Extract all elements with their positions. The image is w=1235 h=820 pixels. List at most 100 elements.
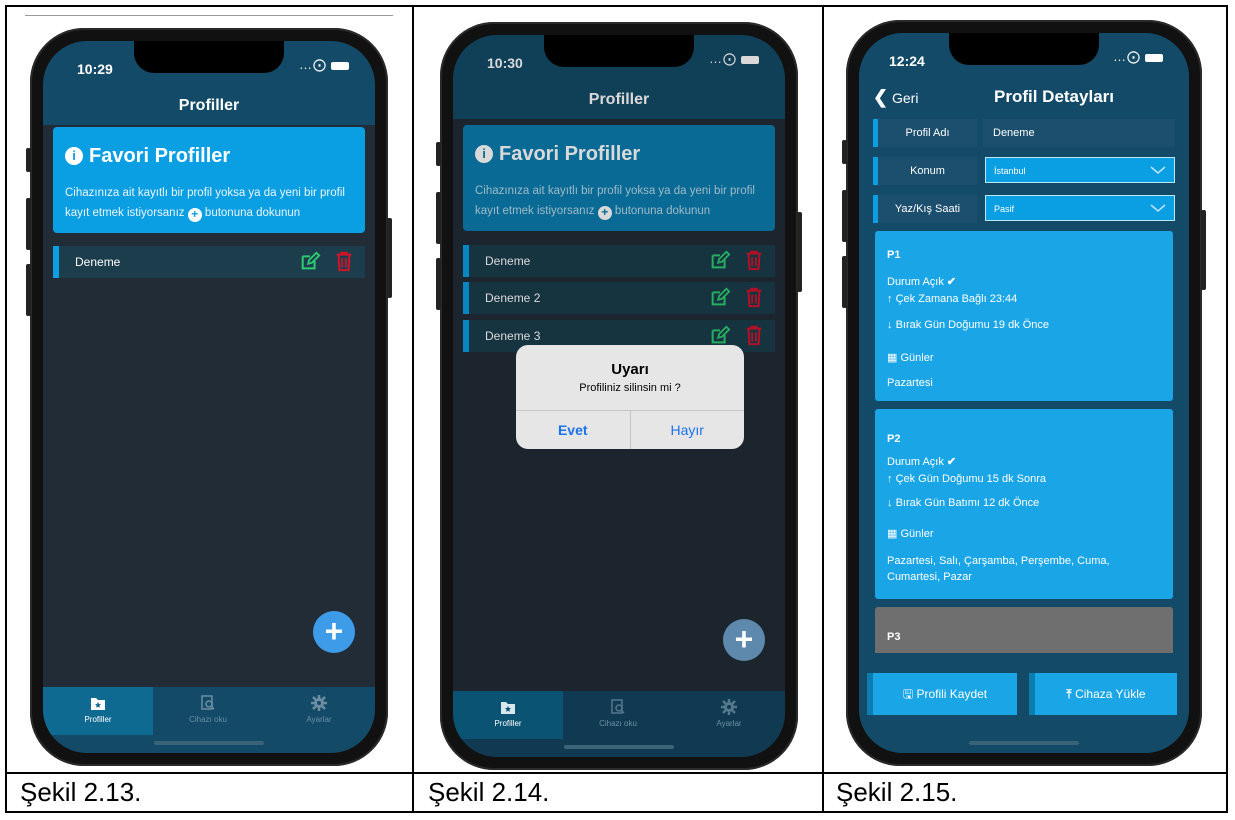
double-check-icon: ✔︎ (946, 456, 957, 468)
upload-icon: ⤒ (1066, 687, 1072, 701)
profile-name-value[interactable]: Deneme (983, 119, 1175, 147)
calendar-icon: ▦ (887, 352, 898, 364)
phone-frame: 12:24 …⨀ ❮ Geri Profil Detayları Profil … (842, 20, 1206, 766)
field-label: Yaz/Kış Saati (873, 195, 977, 223)
folder-star-icon (501, 702, 515, 714)
tab-read-device[interactable]: Cihazı oku (563, 691, 673, 739)
days-label: Günler (900, 528, 934, 540)
tab-settings[interactable]: Ayarlar (263, 687, 375, 735)
chevron-left-icon: ❮ (873, 87, 889, 107)
delete-alert-dialog: Uyarı Profiliniz silinsin mi ? Evet Hayı… (516, 345, 744, 449)
tab-label: Cihazı oku (599, 719, 637, 728)
save-profile-button[interactable]: 🖫︎ Profili Kaydet (867, 673, 1017, 715)
program-release: Bırak Gün Batımı 12 dk Önce (895, 497, 1040, 509)
app-screen: 10:29 …⨀ Profiller i Favori Profiller Cih… (43, 41, 375, 753)
chevron-down-icon (1150, 166, 1166, 174)
program-status: Durum Açık (887, 456, 944, 468)
tab-settings[interactable]: Ayarlar (673, 691, 785, 739)
dst-select[interactable]: Pasif (985, 195, 1175, 221)
location-select[interactable]: İstanbul (985, 157, 1175, 183)
save-label: Profili Kaydet (916, 687, 988, 701)
field-label: Profil Adı (873, 119, 977, 147)
notch (949, 33, 1099, 65)
dst-field: Yaz/Kış Saati Pasif (873, 195, 1175, 223)
upload-to-device-button[interactable]: ⤒ Cihaza Yükle (1029, 673, 1177, 715)
notch (544, 35, 694, 67)
program-status: Durum Açık (887, 276, 944, 288)
profile-name: Deneme (75, 255, 121, 269)
program-card[interactable]: P2 Durum Açık ✔︎ ↑ Çek Gün Doğumu 15 dk … (875, 409, 1173, 599)
page-title: Profil Detayları (994, 87, 1114, 106)
arrow-up-icon: ↑ (887, 473, 893, 485)
add-profile-button[interactable]: + (723, 619, 765, 661)
edit-icon[interactable] (299, 250, 321, 272)
tab-bar: Profiller Cihazı oku Ayarlar (43, 687, 375, 753)
figure-caption: Şekil 2.14. (428, 777, 550, 807)
program-name: P2 (887, 433, 901, 445)
home-indicator (154, 741, 264, 745)
home-indicator (969, 741, 1079, 745)
action-footer: 🖫︎ Profili Kaydet ⤒ Cihaza Yükle (859, 653, 1189, 753)
cancel-button[interactable]: Hayır (631, 411, 745, 449)
profile-row[interactable]: Deneme (53, 246, 365, 278)
home-indicator (564, 745, 674, 749)
back-button[interactable]: ❮ Geri (873, 87, 918, 108)
wifi-battery-icon: …⨀ (299, 57, 349, 73)
nav-bar: Profiller (43, 85, 375, 125)
location-field: Konum İstanbul (873, 157, 1175, 185)
trash-icon[interactable] (333, 250, 355, 272)
favorites-heading: Favori Profiller (89, 145, 231, 167)
divider (822, 5, 824, 813)
days-label: Günler (900, 352, 934, 364)
profile-name-field: Profil Adı Deneme (873, 119, 1175, 147)
tab-profiles[interactable]: Profiller (453, 691, 563, 739)
folder-star-icon (91, 698, 105, 710)
figure-caption: Şekil 2.13. (20, 777, 142, 807)
tab-bar: Profiller Cihazı oku Ayarlar (453, 691, 785, 757)
tab-read-device[interactable]: Cihazı oku (153, 687, 263, 735)
divider (25, 15, 393, 16)
save-icon: 🖫︎ (902, 687, 914, 701)
program-pull: Çek Zamana Bağlı 23:44 (895, 293, 1018, 305)
document-search-icon (201, 695, 215, 710)
tab-profiles[interactable]: Profiller (43, 687, 153, 735)
dst-value: Pasif (994, 204, 1015, 214)
upload-label: Cihaza Yükle (1075, 687, 1146, 701)
notch (134, 41, 284, 73)
arrow-down-icon: ↓ (887, 319, 893, 331)
status-time: 12:24 (889, 53, 925, 69)
figure-caption: Şekil 2.15. (836, 777, 958, 807)
program-days: Pazartesi, Salı, Çarşamba, Perşembe, Cum… (887, 555, 1110, 583)
arrow-down-icon: ↓ (887, 497, 893, 509)
nav-bar: ❮ Geri Profil Detayları (859, 77, 1189, 117)
program-card[interactable]: P1 Durum Açık ✔︎ ↑ Çek Zamana Bağlı 23:4… (875, 231, 1173, 401)
arrow-up-icon: ↑ (887, 293, 893, 305)
back-label: Geri (891, 90, 919, 106)
page-title: Profiller (178, 97, 240, 114)
tab-label: Ayarlar (306, 715, 332, 724)
phone-frame: 10:30 …⨀ Profiller i Favori Profiller Cih… (436, 22, 802, 770)
favorites-card: i Favori Profiller Cihazınıza ait kayıtlı… (53, 127, 365, 233)
program-name: P1 (887, 249, 901, 261)
tab-label: Cihazı oku (189, 715, 227, 724)
app-screen: 10:30 …⨀ Profiller i Favori Profiller Cih… (453, 35, 785, 757)
plus-circle-icon: + (187, 208, 202, 222)
chevron-down-icon (1150, 204, 1166, 212)
confirm-button[interactable]: Evet (516, 411, 631, 449)
alert-title: Uyarı (611, 361, 649, 378)
divider (5, 772, 1228, 774)
add-profile-button[interactable]: + (313, 611, 355, 653)
tab-label: Ayarlar (716, 719, 742, 728)
calendar-icon: ▦ (887, 528, 898, 540)
program-release: Bırak Gün Doğumu 19 dk Önce (895, 319, 1050, 331)
gear-icon (311, 695, 327, 711)
program-pull: Çek Gün Doğumu 15 dk Sonra (895, 473, 1046, 485)
program-name: P3 (887, 631, 901, 643)
favorites-description-end: butonuna dokunun (204, 207, 301, 219)
divider (412, 5, 414, 813)
gear-icon (721, 699, 737, 715)
double-check-icon: ✔︎ (946, 276, 957, 288)
app-screen: 12:24 …⨀ ❮ Geri Profil Detayları Profil … (859, 33, 1189, 753)
location-value: İstanbul (994, 166, 1026, 176)
tab-label: Profiller (84, 715, 112, 724)
